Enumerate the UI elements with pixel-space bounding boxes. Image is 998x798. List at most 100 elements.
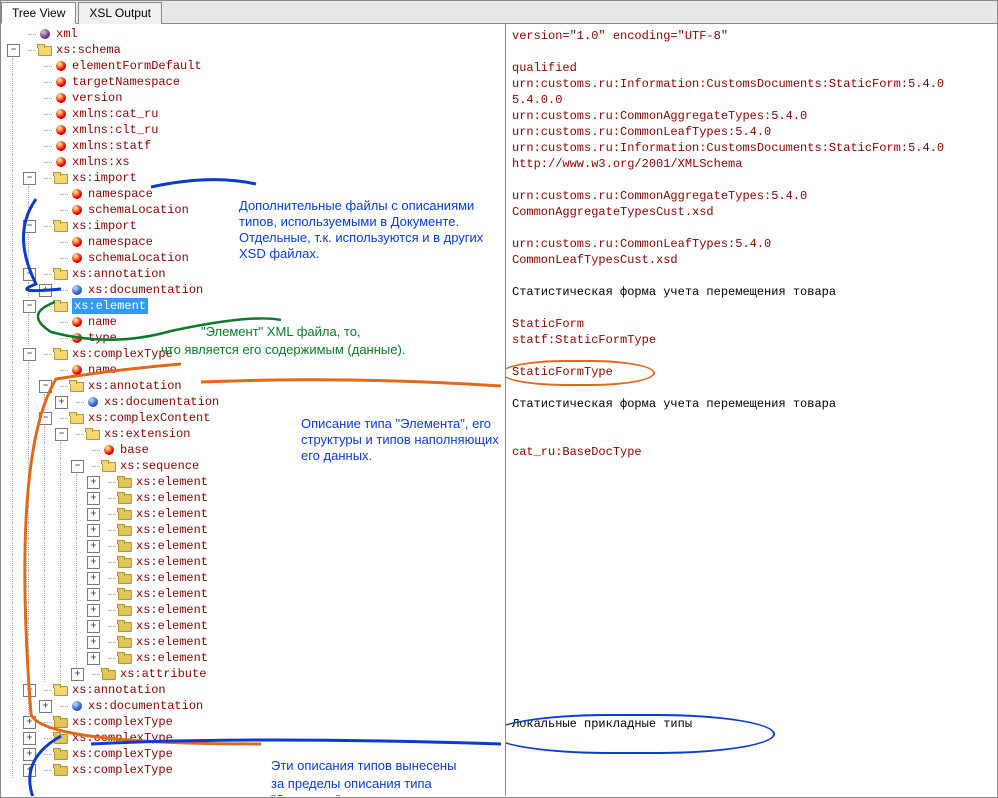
value-text: StaticFormType	[512, 364, 991, 380]
value-pane[interactable]: version="1.0" encoding="UTF-8" qualified…	[506, 24, 997, 796]
tree-row[interactable]: elementFormDefault	[5, 58, 505, 74]
tree-row[interactable]: −xs:complexContent	[5, 410, 505, 426]
node-label: xs:annotation	[88, 378, 182, 394]
toggle-plus-icon[interactable]: +	[71, 668, 84, 681]
tree-row[interactable]: xmlns:statf	[5, 138, 505, 154]
node-label: xs:documentation	[104, 394, 219, 410]
toggle-minus-icon[interactable]: −	[23, 684, 36, 697]
element-icon	[69, 282, 85, 298]
value-text: CommonAggregateTypesCust.xsd	[512, 204, 991, 220]
folder-open-icon	[53, 170, 69, 186]
value-text: urn:customs.ru:CommonAggregateTypes:5.4.…	[512, 188, 991, 204]
tree-row[interactable]: version	[5, 90, 505, 106]
toggle-minus-icon[interactable]: −	[23, 172, 36, 185]
node-label: xs:documentation	[88, 282, 203, 298]
tree-row[interactable]: −xs:import	[5, 170, 505, 186]
toggle-minus-icon[interactable]: −	[39, 412, 52, 425]
tree-row[interactable]: namespace	[5, 234, 505, 250]
tree-row[interactable]: +xs:element	[5, 554, 505, 570]
tree-row[interactable]: +xs:element	[5, 506, 505, 522]
toggle-plus-icon[interactable]: +	[39, 700, 52, 713]
tree-row[interactable]: +xs:element	[5, 522, 505, 538]
toggle-plus-icon[interactable]: +	[87, 572, 100, 585]
toggle-minus-icon[interactable]: −	[55, 428, 68, 441]
toggle-plus-icon[interactable]: +	[87, 652, 100, 665]
tree-row[interactable]: xml	[5, 26, 505, 42]
toggle-minus-icon[interactable]: −	[39, 380, 52, 393]
toggle-plus-icon[interactable]: +	[23, 732, 36, 745]
tree-row[interactable]: xmlns:clt_ru	[5, 122, 505, 138]
folder-closed-icon	[117, 618, 133, 634]
tree-row[interactable]: − xs:schema	[5, 42, 505, 58]
folder-open-icon	[69, 378, 85, 394]
tree-row[interactable]: +xs:documentation	[5, 698, 505, 714]
tree-row[interactable]: −xs:annotation	[5, 682, 505, 698]
tree-row[interactable]: +xs:complexType	[5, 714, 505, 730]
tree-row[interactable]: +xs:attribute	[5, 666, 505, 682]
tree-row[interactable]: + xs:element	[5, 490, 505, 506]
tree-row[interactable]: − xs:import	[5, 218, 505, 234]
tree-row[interactable]: namespace	[5, 186, 505, 202]
tree-row[interactable]: xmlns:xs	[5, 154, 505, 170]
node-label: xs:import	[72, 218, 137, 234]
value-text: urn:customs.ru:CommonLeafTypes:5.4.0	[512, 124, 991, 140]
value-text: urn:customs.ru:Information:CustomsDocume…	[512, 76, 991, 92]
tree-row[interactable]: +xs:complexType	[5, 730, 505, 746]
tree-row[interactable]: − xs:extension	[5, 426, 505, 442]
node-label: elementFormDefault	[72, 58, 202, 74]
toggle-minus-icon[interactable]: −	[23, 348, 36, 361]
tree-row[interactable]: targetNamespace	[5, 74, 505, 90]
tree-row[interactable]: +xs:element	[5, 602, 505, 618]
tree-row[interactable]: xmlns:cat_ru	[5, 106, 505, 122]
toggle-plus-icon[interactable]: +	[23, 764, 36, 777]
tree-row[interactable]: −xs:complexType	[5, 346, 505, 362]
tree-row[interactable]: +xs:element	[5, 570, 505, 586]
toggle-minus-icon[interactable]: −	[23, 268, 36, 281]
tree-row[interactable]: + xs:documentation	[5, 394, 505, 410]
tree-row[interactable]: +xs:element	[5, 586, 505, 602]
tree-row[interactable]: name	[5, 314, 505, 330]
toggle-plus-icon[interactable]: +	[87, 588, 100, 601]
tree-row[interactable]: +xs:complexType	[5, 762, 505, 778]
toggle-plus-icon[interactable]: +	[87, 604, 100, 617]
tree-pane[interactable]: xml − xs:schema elementFormDefault targe…	[1, 24, 506, 796]
tree-row[interactable]: − xs:annotation	[5, 378, 505, 394]
node-label: xs:element	[136, 490, 208, 506]
tree-row[interactable]: +xs:element	[5, 634, 505, 650]
tree-row[interactable]: +xs:element	[5, 650, 505, 666]
tree-row[interactable]: schemaLocation	[5, 202, 505, 218]
tree-row[interactable]: +xs:complexType	[5, 746, 505, 762]
tree-row[interactable]: base	[5, 442, 505, 458]
folder-closed-icon	[117, 506, 133, 522]
toggle-minus-icon[interactable]: −	[71, 460, 84, 473]
toggle-plus-icon[interactable]: +	[87, 556, 100, 569]
toggle-plus-icon[interactable]: +	[87, 476, 100, 489]
node-label: xs:extension	[104, 426, 190, 442]
tree-row[interactable]: −xs:element	[5, 298, 505, 314]
toggle-plus-icon[interactable]: +	[87, 492, 100, 505]
tree-row[interactable]: name	[5, 362, 505, 378]
tree-row[interactable]: −xs:sequence	[5, 458, 505, 474]
toggle-plus-icon[interactable]: +	[87, 524, 100, 537]
toggle-plus-icon[interactable]: +	[87, 540, 100, 553]
tree-row[interactable]: schemaLocation	[5, 250, 505, 266]
toggle-minus-icon[interactable]: −	[7, 44, 20, 57]
toggle-minus-icon[interactable]: −	[23, 220, 36, 233]
toggle-plus-icon[interactable]: +	[87, 508, 100, 521]
toggle-plus-icon[interactable]: +	[23, 748, 36, 761]
toggle-plus-icon[interactable]: +	[55, 396, 68, 409]
tab-tree-view[interactable]: Tree View	[1, 2, 76, 24]
toggle-plus-icon[interactable]: +	[87, 620, 100, 633]
tree-row[interactable]: type	[5, 330, 505, 346]
toggle-plus-icon[interactable]: +	[87, 636, 100, 649]
tree-row[interactable]: −xs:annotation	[5, 266, 505, 282]
tab-xsl-output[interactable]: XSL Output	[78, 2, 162, 24]
toggle-minus-icon[interactable]: −	[23, 300, 36, 313]
tree-row[interactable]: +xs:element	[5, 538, 505, 554]
toggle-plus-icon[interactable]: +	[39, 284, 52, 297]
node-label: schemaLocation	[88, 250, 189, 266]
tree-row[interactable]: +xs:element	[5, 474, 505, 490]
tree-row[interactable]: +xs:element	[5, 618, 505, 634]
tree-row[interactable]: + xs:documentation	[5, 282, 505, 298]
toggle-plus-icon[interactable]: +	[23, 716, 36, 729]
